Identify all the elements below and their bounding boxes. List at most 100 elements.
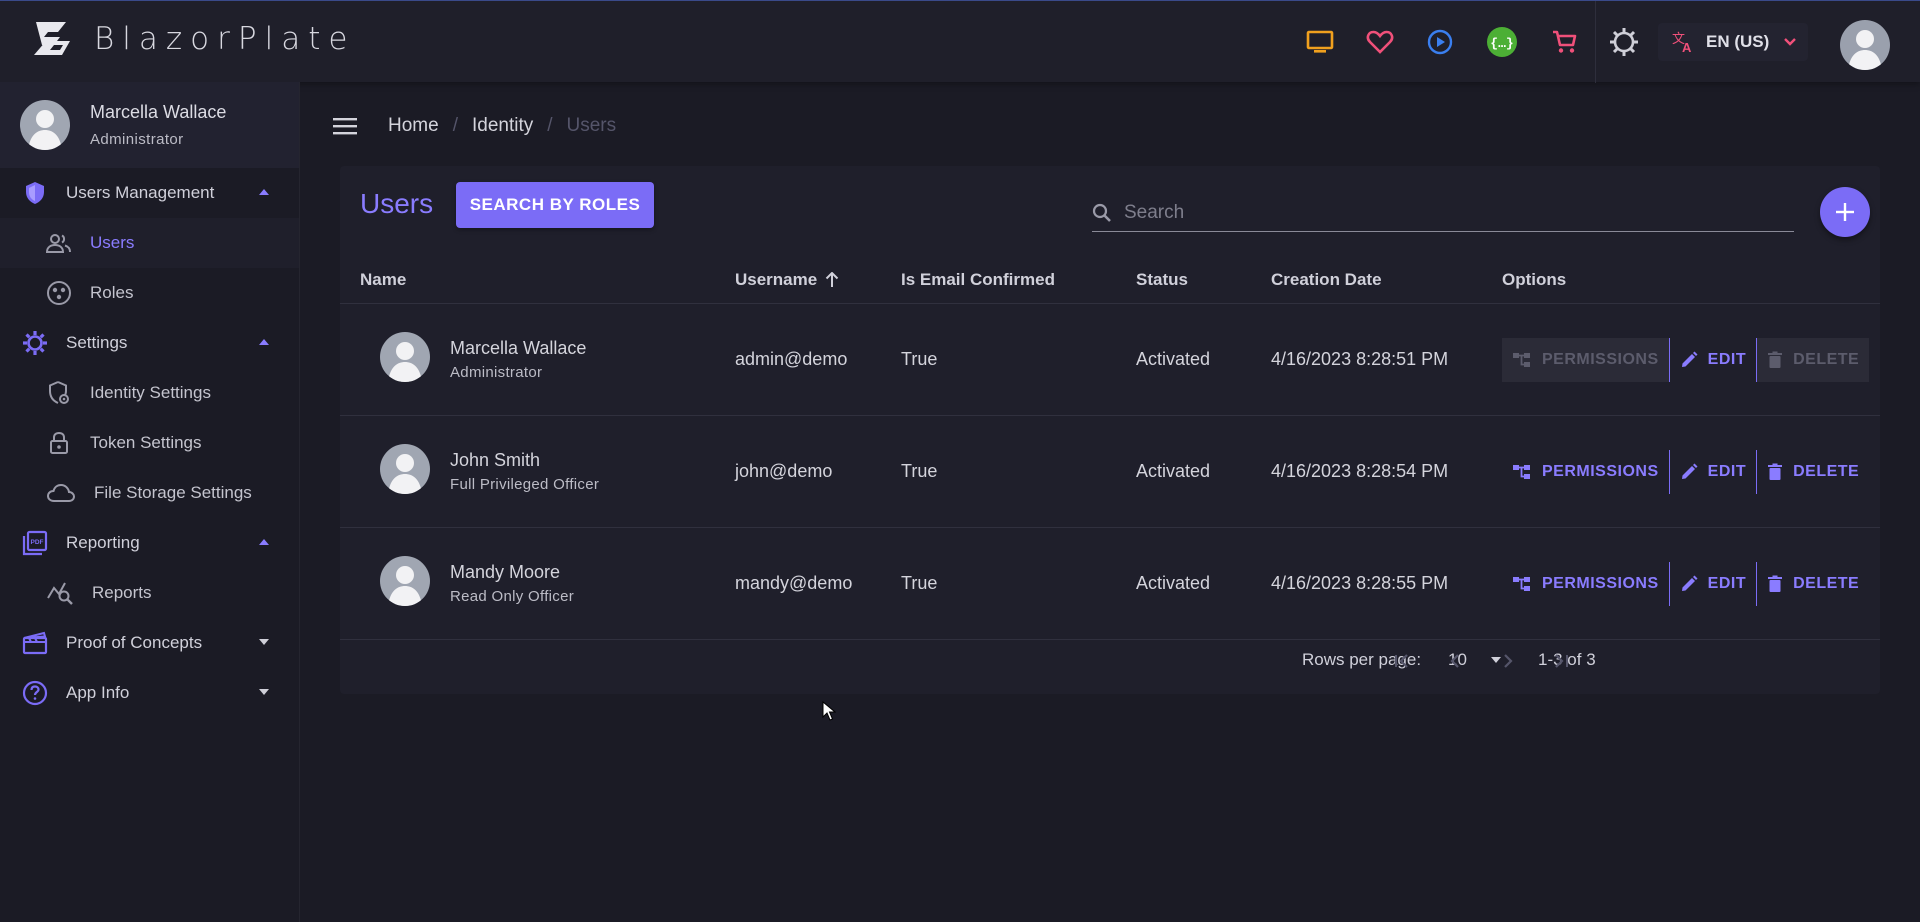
permissions-button[interactable]: PERMISSIONS <box>1502 450 1669 494</box>
sidebar-item-users[interactable]: Users <box>0 218 299 268</box>
svg-text:A: A <box>1682 40 1692 54</box>
language-label: EN (US) <box>1706 32 1770 51</box>
column-header-creation-date[interactable]: Creation Date <box>1271 270 1382 290</box>
pdf-icon: PDF <box>22 530 48 556</box>
table-header: Name Username Is Email Confirmed Status … <box>340 254 1880 304</box>
nav-group-label: Proof of Concepts <box>66 633 203 652</box>
column-header-email-confirmed[interactable]: Is Email Confirmed <box>901 270 1055 290</box>
pencil-icon <box>1681 575 1698 591</box>
column-header-username[interactable]: Username <box>735 270 839 290</box>
edit-button[interactable]: EDIT <box>1670 338 1756 382</box>
settings-icon[interactable] <box>1604 22 1644 62</box>
breadcrumb-users: Users <box>566 115 617 136</box>
delete-button[interactable]: DELETE <box>1757 450 1869 494</box>
shield-icon <box>26 182 44 204</box>
email-confirmed-cell: True <box>901 349 938 369</box>
row-actions: PERMISSIONS EDIT DELETE <box>1502 562 1869 606</box>
sidebar-item-reports[interactable]: Reports <box>0 568 299 618</box>
sidebar-item-token-settings[interactable]: Token Settings <box>0 418 299 468</box>
permissions-label: PERMISSIONS <box>1542 463 1659 480</box>
search-input[interactable] <box>1124 201 1764 224</box>
clapper-icon <box>22 631 48 655</box>
column-header-status[interactable]: Status <box>1136 270 1188 290</box>
heart-icon[interactable] <box>1360 22 1400 62</box>
nav-group-users-management[interactable]: Users Management <box>0 168 299 218</box>
nav-group-app-info[interactable]: App Info <box>0 668 299 718</box>
chevron-down-icon <box>1784 38 1797 46</box>
chevron-left-icon <box>1450 654 1459 668</box>
sidebar-item-roles[interactable]: Roles <box>0 268 299 318</box>
monitor-icon[interactable] <box>1300 22 1340 62</box>
sidebar-item-file-storage-settings[interactable]: File Storage Settings <box>0 468 299 518</box>
app-logo[interactable]: BlazorPlate <box>32 19 355 59</box>
next-page-button[interactable] <box>1491 644 1525 678</box>
breadcrumb: Home / Identity / Users <box>330 108 616 144</box>
email-confirmed-cell: True <box>901 573 938 593</box>
sidebar-user-profile[interactable]: Marcella Wallace Administrator <box>0 82 299 168</box>
hierarchy-icon <box>1513 577 1530 591</box>
roles-icon <box>47 281 71 305</box>
avatar <box>380 556 430 606</box>
breadcrumb-separator: / <box>547 115 553 136</box>
blazorplate-logo-icon <box>34 22 70 55</box>
breadcrumb-separator: / <box>452 115 458 136</box>
first-page-icon <box>1395 654 1408 668</box>
permissions-label: PERMISSIONS <box>1542 575 1659 592</box>
breadcrumb-home[interactable]: Home <box>388 115 439 137</box>
edit-label: EDIT <box>1707 575 1747 592</box>
language-selector[interactable]: 文A EN (US) <box>1658 23 1808 61</box>
help-icon <box>22 680 48 706</box>
sidebar-item-label: Token Settings <box>90 433 202 452</box>
column-header-name[interactable]: Name <box>360 270 406 290</box>
svg-text:PDF: PDF <box>31 539 44 546</box>
creation-date-cell: 4/16/2023 8:28:55 PM <box>1271 573 1449 593</box>
email-confirmed-cell: True <box>901 461 938 481</box>
row-actions: PERMISSIONS EDIT DELETE <box>1502 338 1870 382</box>
permissions-button[interactable]: PERMISSIONS <box>1502 562 1669 606</box>
edit-button[interactable]: EDIT <box>1670 450 1756 494</box>
column-header-label: Username <box>735 270 818 289</box>
search-by-roles-button[interactable]: SEARCH BY ROLES <box>456 182 654 228</box>
sort-arrow-up-icon <box>826 272 839 287</box>
nav-group-reporting[interactable]: PDF Reporting <box>0 518 299 568</box>
caret-up-icon <box>259 339 269 345</box>
edit-label: EDIT <box>1707 351 1747 368</box>
report-search-icon <box>47 582 73 605</box>
add-user-button[interactable] <box>1820 187 1870 237</box>
previous-page-button[interactable] <box>1438 644 1472 678</box>
identity-settings-icon <box>49 381 69 404</box>
sidebar-item-label: Roles <box>90 283 134 302</box>
first-page-button[interactable] <box>1385 644 1419 678</box>
sidebar-user-role: Administrator <box>90 131 184 148</box>
breadcrumb-identity[interactable]: Identity <box>472 115 533 137</box>
account-avatar[interactable] <box>1840 20 1890 70</box>
last-page-icon <box>1555 654 1568 668</box>
delete-button[interactable]: DELETE <box>1757 562 1869 606</box>
sidebar-item-label: File Storage Settings <box>94 483 252 502</box>
avatar <box>20 100 70 150</box>
translate-icon: 文A <box>1672 31 1692 54</box>
hierarchy-icon <box>1513 353 1530 367</box>
username-cell: john@demo <box>735 461 833 481</box>
user-role: Administrator <box>450 364 543 381</box>
column-header-options: Options <box>1502 270 1567 289</box>
page-title: Users <box>360 188 434 219</box>
plus-icon <box>1836 203 1854 221</box>
last-page-button[interactable] <box>1544 644 1578 678</box>
sidebar-item-identity-settings[interactable]: Identity Settings <box>0 368 299 418</box>
nav-group-proof-of-concepts[interactable]: Proof of Concepts <box>0 618 299 668</box>
nav-group-settings[interactable]: Settings <box>0 318 299 368</box>
menu-toggle-icon[interactable] <box>330 111 360 141</box>
play-circle-icon[interactable] <box>1420 22 1460 62</box>
delete-label: DELETE <box>1793 575 1860 592</box>
sidebar-user-name: Marcella Wallace <box>90 102 227 122</box>
permissions-button: PERMISSIONS <box>1502 338 1669 382</box>
appbar-divider <box>1595 1 1596 83</box>
cart-icon[interactable] <box>1544 22 1584 62</box>
username-cell: admin@demo <box>735 349 848 369</box>
sidebar-item-label: Identity Settings <box>90 383 211 402</box>
api-icon[interactable]: {…} <box>1482 22 1522 62</box>
edit-button[interactable]: EDIT <box>1670 562 1756 606</box>
mouse-cursor-icon <box>822 701 836 721</box>
avatar <box>380 444 430 494</box>
